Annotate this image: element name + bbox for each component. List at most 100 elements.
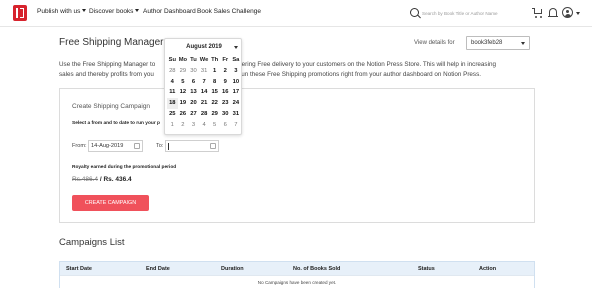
column-header: End Date [146,266,170,272]
chevron-down-icon[interactable] [576,12,580,15]
datepicker-day[interactable]: 14 [199,87,210,98]
chevron-down-icon [135,9,140,12]
nav-author-dashboard[interactable]: Author Dashboard [143,8,196,15]
to-label: To: [156,143,164,149]
panel-subtitle: Select a from and to date to run your p [72,121,160,126]
datepicker-day[interactable]: 18 [167,98,178,109]
view-details-label: View details for [414,40,455,46]
table-header: Start Date End Date Duration No. of Book… [60,262,534,275]
to-date-input[interactable] [165,140,219,152]
weekday-header: We [199,57,209,63]
royalty-price: Rs.486.4 / Rs. 436.4 [72,176,132,183]
datepicker-day[interactable]: 16 [220,87,231,98]
weekday-header: Tu [190,57,197,63]
column-header: Start Date [66,266,92,272]
top-navbar: Publish with us Discover books Author Da… [0,0,592,27]
datepicker-day[interactable]: 17 [231,87,242,98]
nav-item-label: Book Sales Challenge [197,8,261,15]
bell-icon[interactable] [547,7,559,19]
column-header: No. of Books Sold [293,266,341,272]
datepicker-day[interactable]: 2 [178,120,189,131]
nav-item-label: Publish with us [37,8,81,15]
user-icon[interactable] [562,7,574,19]
empty-table-message: No Campaigns have been created yet. [60,275,534,288]
datepicker-day[interactable]: 13 [188,87,199,98]
datepicker-day[interactable]: 1 [209,66,220,77]
search-input[interactable] [422,7,514,19]
nav-book-sales-challenge[interactable]: Book Sales Challenge [197,8,261,15]
datepicker-day[interactable]: 9 [220,77,231,88]
datepicker-day[interactable]: 28 [167,66,178,77]
calendar-icon [134,143,140,149]
datepicker-day[interactable]: 5 [178,77,189,88]
chevron-down-icon [521,42,525,45]
cart-icon[interactable] [532,7,544,19]
create-campaign-button[interactable]: CREATE CAMPAIGN [72,195,149,211]
intro-line2-start: sales and thereby profits from you [59,71,154,78]
datepicker-day[interactable]: 25 [167,109,178,120]
intro-text: Use the Free Shipping Manager to ffering … [59,60,535,80]
datepicker-day[interactable]: 3 [188,120,199,131]
datepicker-day[interactable]: 23 [220,98,231,109]
weekday-header: Mo [178,57,188,63]
datepicker-day[interactable]: 24 [231,98,242,109]
datepicker-day[interactable]: 4 [167,77,178,88]
datepicker-day[interactable]: 29 [209,109,220,120]
nav-publish-with-us[interactable]: Publish with us [37,8,87,15]
datepicker-month-label[interactable]: August 2019 [165,44,243,50]
nav-item-label: Author Dashboard [143,8,196,15]
datepicker-day[interactable]: 11 [167,87,178,98]
from-date-value: 14-Aug-2019 [91,143,124,149]
intro-line2-end: d run these Free Shipping promotions rig… [233,71,481,78]
datepicker-day[interactable]: 6 [220,120,231,131]
datepicker-day[interactable]: 20 [188,98,199,109]
datepicker-day[interactable]: 21 [199,98,210,109]
datepicker-day[interactable]: 30 [188,66,199,77]
datepicker-day[interactable]: 4 [199,120,210,131]
search-icon[interactable] [410,8,419,17]
datepicker-day[interactable]: 22 [209,98,220,109]
datepicker-day[interactable]: 1 [167,120,178,131]
weekday-header: Fr [222,57,229,63]
datepicker-day[interactable]: 10 [231,77,242,88]
royalty-label: Royalty earned during the promotional pe… [72,165,177,170]
datepicker-day[interactable]: 7 [199,77,210,88]
datepicker-day[interactable]: 12 [178,87,189,98]
datepicker-day[interactable]: 31 [231,109,242,120]
datepicker-day[interactable]: 7 [231,120,242,131]
from-label: From: [72,143,87,149]
price-separator: / [99,176,102,183]
nav-item-label: Discover books [89,8,134,15]
datepicker-grid: Su Mo Tu We Th Fr Sa 28 29 30 31 1 2 3 4 5 6 7 8 9 10 11 12 13 1… [167,55,241,131]
old-price: Rs.486.4 [72,176,99,183]
datepicker-day[interactable]: 15 [209,87,220,98]
datepicker-day[interactable]: 5 [209,120,220,131]
datepicker-day[interactable]: 8 [209,77,220,88]
datepicker-day[interactable]: 30 [220,109,231,120]
book-select[interactable]: book3feb28 [466,36,530,50]
datepicker-day[interactable]: 2 [220,66,231,77]
calendar-icon [210,143,216,149]
datepicker-day[interactable]: 27 [188,109,199,120]
datepicker-day[interactable]: 31 [199,66,210,77]
intro-line1-end: ffering Free delivery to your customers … [238,61,496,68]
book-select-value: book3feb28 [471,40,503,46]
chevron-down-icon[interactable] [234,46,238,49]
weekday-header: Su [168,57,176,63]
datepicker-day[interactable]: 19 [178,98,189,109]
datepicker-day[interactable]: 28 [199,109,210,120]
notion-press-logo[interactable] [13,5,27,21]
page-title: Free Shipping Manager [59,37,164,48]
intro-line1-start: Use the Free Shipping Manager to [59,61,156,68]
campaigns-table: Start Date End Date Duration No. of Book… [59,261,535,288]
panel-title: Create Shipping Campaign [72,103,151,110]
datepicker-day[interactable]: 26 [178,109,189,120]
campaigns-list-title: Campaigns List [59,237,125,248]
datepicker-day[interactable]: 6 [188,77,199,88]
datepicker-day[interactable]: 29 [178,66,189,77]
from-date-input[interactable]: 14-Aug-2019 [88,140,143,152]
column-header: Duration [221,266,244,272]
datepicker-day[interactable]: 3 [231,66,242,77]
new-price: Rs. 436.4 [103,176,132,183]
nav-discover-books[interactable]: Discover books [89,8,140,15]
